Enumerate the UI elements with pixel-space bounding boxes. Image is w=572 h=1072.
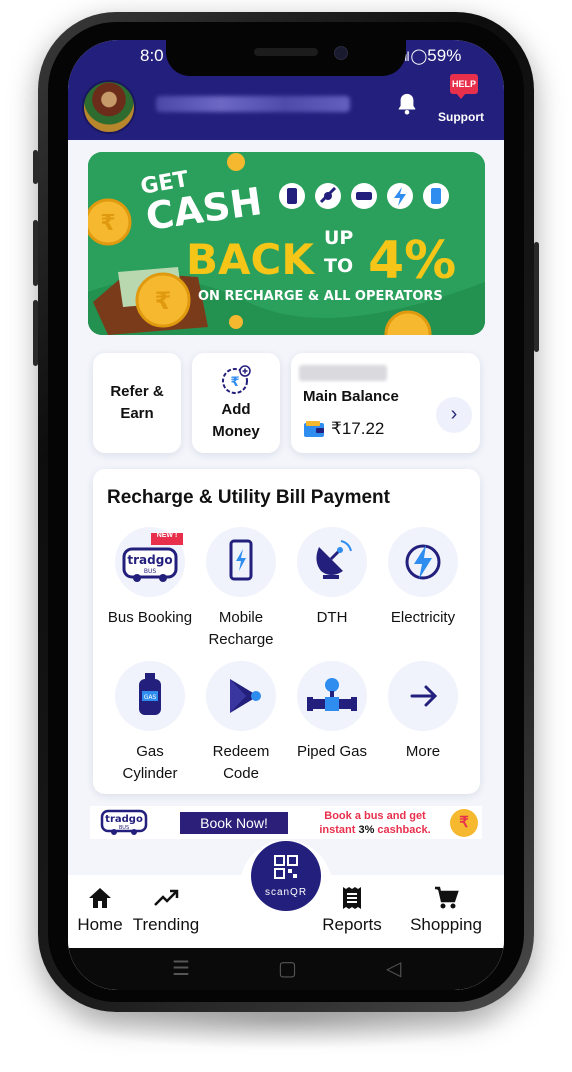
nav-reports[interactable]: Reports (318, 885, 386, 935)
book-now-button[interactable]: Book Now! (180, 812, 288, 834)
banner-up-text: UP (324, 227, 353, 249)
service-label: Mobile Recharge (208, 609, 274, 648)
status-time: 8:0 (140, 46, 164, 65)
power-button (534, 242, 539, 352)
nav-shopping-label: Shopping (410, 915, 482, 934)
satellite-dish-icon (297, 527, 367, 597)
new-badge: NEW ! (156, 532, 178, 539)
receipt-icon (343, 887, 361, 909)
avatar[interactable] (82, 80, 136, 134)
earpiece-speaker (254, 48, 318, 56)
chevron-right-icon[interactable]: › (436, 397, 472, 433)
refer-earn-label: Refer & Earn (110, 383, 164, 422)
app-screen: 8:0 ıl ◯59% HELP Support ₹ ₹ GET CASH BA… (68, 40, 504, 990)
svg-text:₹: ₹ (155, 287, 172, 315)
services-card: Recharge & Utility Bill Payment tradgo B… (93, 469, 480, 794)
nav-trending-label: Trending (132, 915, 200, 934)
banner-back-text: BACK (186, 235, 315, 284)
main-balance-card[interactable]: Main Balance ₹17.22 › (291, 353, 480, 453)
promo-highlight: 3% (358, 824, 375, 836)
nav-reports-label: Reports (322, 915, 382, 934)
front-camera (334, 46, 348, 60)
qr-code-icon (274, 855, 298, 879)
service-label: DTH (316, 609, 348, 626)
promo-line2: instant 3% cashback. (305, 823, 445, 837)
service-label: Gas Cylinder (122, 743, 178, 782)
promo-text: Book a bus and get instant 3% cashback. (305, 809, 445, 837)
tradgo-logo-sub: BUS (119, 825, 129, 831)
service-label: Redeem Code (212, 743, 270, 782)
service-label: More (405, 743, 441, 760)
svg-text:BUS: BUS (144, 568, 157, 575)
service-label: Bus Booking (107, 609, 193, 626)
banner-percent-text: 4% (368, 231, 456, 291)
nav-trending[interactable]: Trending (130, 885, 202, 935)
tradgo-logo-text: tradgo (105, 814, 143, 825)
shopping-cart-icon (435, 886, 459, 909)
scan-qr-label: scanQR (264, 887, 308, 898)
svg-text:tradgo: tradgo (127, 553, 172, 567)
rupee-coin-icon: ₹ (450, 809, 478, 837)
refer-earn-card[interactable]: Refer & Earn (93, 353, 181, 453)
wallet-icon (304, 421, 324, 437)
back-system-icon[interactable]: ◁ (386, 956, 401, 981)
balance-amount: ₹17.22 (331, 419, 385, 438)
nav-home[interactable]: Home (76, 885, 124, 935)
service-label: Piped Gas (296, 743, 368, 760)
service-label: Electricity (390, 609, 456, 626)
bell-icon[interactable] (396, 92, 418, 116)
promo-line1: Book a bus and get (324, 810, 426, 822)
volume-up-button (33, 220, 38, 286)
gas-cylinder-icon: GAS (115, 661, 185, 731)
promo-prefix: instant (319, 824, 359, 836)
system-nav-bar: ☰ ▢ ◁ (68, 948, 504, 990)
mobile-icon (206, 527, 276, 597)
home-icon (89, 888, 111, 908)
cashback-banner[interactable]: ₹ ₹ GET CASH BACK UP TO 4% ON RECHARGE &… (88, 152, 485, 335)
scan-qr-button[interactable]: scanQR (251, 841, 321, 911)
svg-text:₹: ₹ (230, 375, 239, 390)
battery-ring-icon: ◯ (410, 48, 428, 65)
battery-percent: 59% (427, 46, 462, 65)
tradgo-logo: tradgo BUS (100, 809, 148, 835)
recent-apps-icon[interactable]: ☰ (172, 956, 190, 981)
help-badge[interactable]: HELP (450, 74, 478, 99)
lightning-icon (388, 527, 458, 597)
services-title: Recharge & Utility Bill Payment (107, 487, 390, 508)
main-balance-label: Main Balance (303, 388, 399, 405)
mute-switch (33, 150, 38, 184)
banner-to-text: TO (324, 255, 353, 277)
home-system-icon[interactable]: ▢ (278, 956, 297, 981)
add-money-label: Add Money (212, 401, 260, 440)
svg-text:₹: ₹ (100, 211, 115, 236)
account-id-blurred (299, 365, 387, 381)
add-money-icon: ₹ (222, 365, 251, 394)
gas-pipe-icon (297, 661, 367, 731)
support-link[interactable]: Support (438, 110, 484, 124)
volume-down-button (33, 300, 38, 366)
promo-suffix: cashback. (374, 824, 431, 836)
arrow-right-icon (388, 661, 458, 731)
add-money-card[interactable]: ₹ Add Money (192, 353, 280, 453)
nav-home-label: Home (77, 915, 123, 934)
status-battery: ıl ◯59% (404, 46, 461, 66)
user-name-blurred (156, 96, 350, 112)
svg-text:GAS: GAS (144, 694, 157, 701)
bus-promo-strip[interactable]: tradgo BUS Book Now! Book a bus and get … (90, 806, 482, 839)
phone-notch (166, 40, 406, 76)
play-store-icon (206, 661, 276, 731)
trending-up-icon (154, 889, 179, 906)
banner-subtitle: ON RECHARGE & ALL OPERATORS (198, 289, 443, 304)
nav-shopping[interactable]: Shopping (406, 885, 486, 935)
